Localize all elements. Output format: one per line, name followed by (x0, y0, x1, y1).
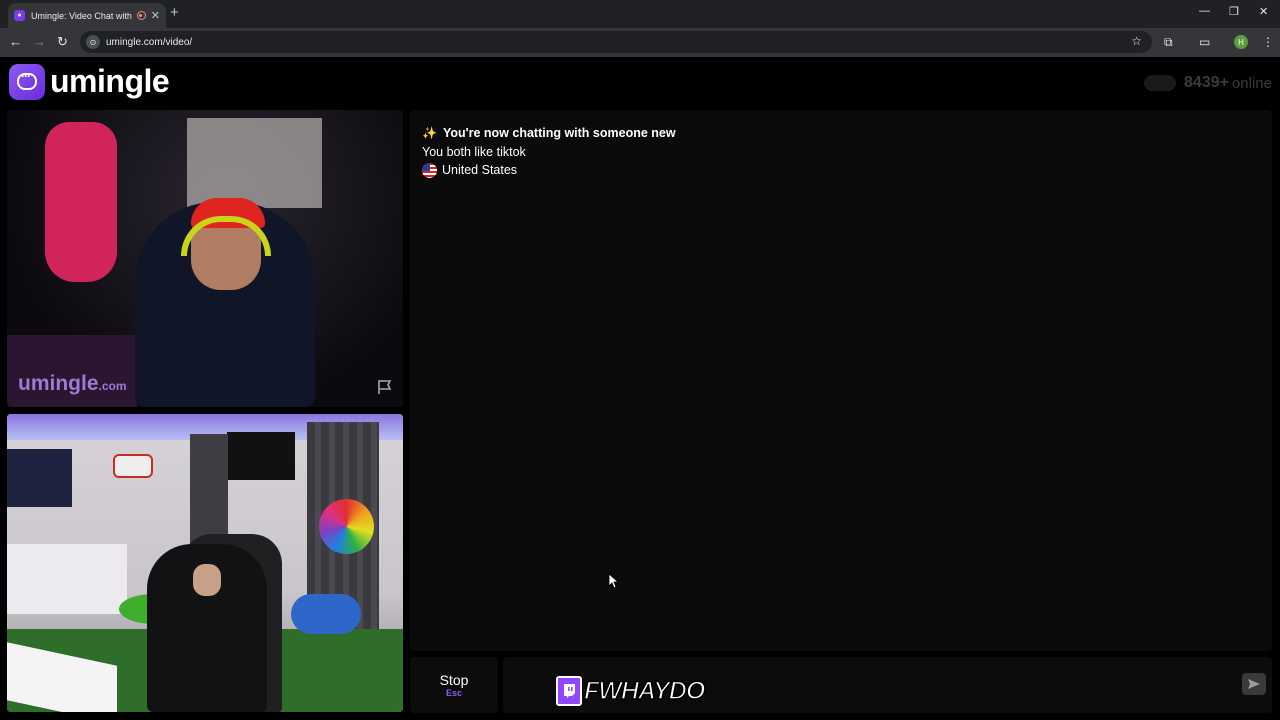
forward-arrow-icon[interactable]: → (33, 34, 46, 49)
watermark-main: umingle (18, 372, 99, 395)
message-text: You both like tiktok (422, 144, 526, 159)
streamer-overlay: FWHAYDO (556, 676, 706, 706)
stop-label: Stop (439, 672, 469, 688)
tab-close-icon[interactable]: ✕ (151, 9, 160, 22)
maximize-button[interactable]: ❐ (1229, 5, 1239, 18)
umingle-favicon-icon: ● (14, 10, 25, 21)
site-info-icon[interactable]: ⊙ (86, 35, 100, 49)
theme-toggle[interactable] (1144, 75, 1177, 91)
message-text: You're now chatting with someone new (442, 126, 676, 140)
chat-panel: ✨ You're now chatting with someone new Y… (410, 110, 1272, 651)
site-logo[interactable]: umingle (9, 63, 170, 100)
stranger-video: umingle.com (7, 110, 403, 407)
chat-message: United States (422, 161, 676, 180)
send-button[interactable] (1242, 673, 1266, 695)
cast-icon[interactable]: ▭ (1199, 35, 1210, 49)
chat-messages: ✨ You're now chatting with someone new Y… (422, 124, 676, 180)
chat-message: You both like tiktok (422, 143, 676, 162)
reload-icon[interactable]: ↻ (57, 34, 68, 50)
sparkles-icon: ✨ (422, 126, 437, 140)
mouse-cursor-icon (608, 573, 620, 589)
report-flag-icon[interactable] (376, 378, 394, 396)
logo-text: umingle (50, 63, 170, 99)
recording-indicator-icon (136, 11, 146, 20)
tab-title: Umingle: Video Chat with S (31, 10, 132, 21)
chat-controls: Stop Esc (410, 657, 1272, 713)
browser-tab[interactable]: ● Umingle: Video Chat with S ✕ (8, 3, 166, 28)
browser-toolbar: ← → ↻ ⊙ umingle.com/video/ ☆ ⧉ ▭ H ⋮ (0, 28, 1280, 57)
url-text: umingle.com/video/ (106, 36, 193, 48)
twitch-icon (556, 676, 582, 706)
stop-shortcut: Esc (445, 688, 462, 698)
minimize-button[interactable]: — (1199, 5, 1210, 17)
video-watermark: umingle.com (18, 372, 127, 396)
online-count: 8439+ (1184, 74, 1229, 91)
profile-avatar[interactable]: H (1234, 35, 1248, 49)
address-bar[interactable]: ⊙ umingle.com/video/ ☆ (80, 31, 1152, 53)
streamer-name: FWHAYDO (583, 676, 706, 706)
close-window-button[interactable]: ✕ (1259, 5, 1268, 18)
new-tab-button[interactable]: + (170, 4, 179, 21)
online-indicator: 8439+ online (1144, 74, 1272, 92)
back-arrow-icon[interactable]: ← (9, 34, 22, 49)
stop-button[interactable]: Stop Esc (410, 657, 498, 713)
watermark-suffix: .com (98, 379, 127, 393)
us-flag-icon (422, 163, 437, 179)
bookmark-star-icon[interactable]: ☆ (1131, 34, 1142, 48)
message-text: United States (442, 163, 518, 177)
chat-bubble-logo-icon (9, 63, 45, 100)
menu-kebab-icon[interactable]: ⋮ (1262, 35, 1274, 49)
browser-tab-strip: ● Umingle: Video Chat with S ✕ + — ❐ ✕ (0, 0, 1280, 28)
umingle-app: umingle 8439+ online umingle.com (0, 57, 1280, 720)
self-video (7, 414, 403, 712)
chat-message: ✨ You're now chatting with someone new (422, 124, 676, 143)
extensions-icon[interactable]: ⧉ (1164, 35, 1173, 50)
online-label: online (1231, 74, 1272, 92)
send-arrow-icon (1248, 679, 1260, 689)
